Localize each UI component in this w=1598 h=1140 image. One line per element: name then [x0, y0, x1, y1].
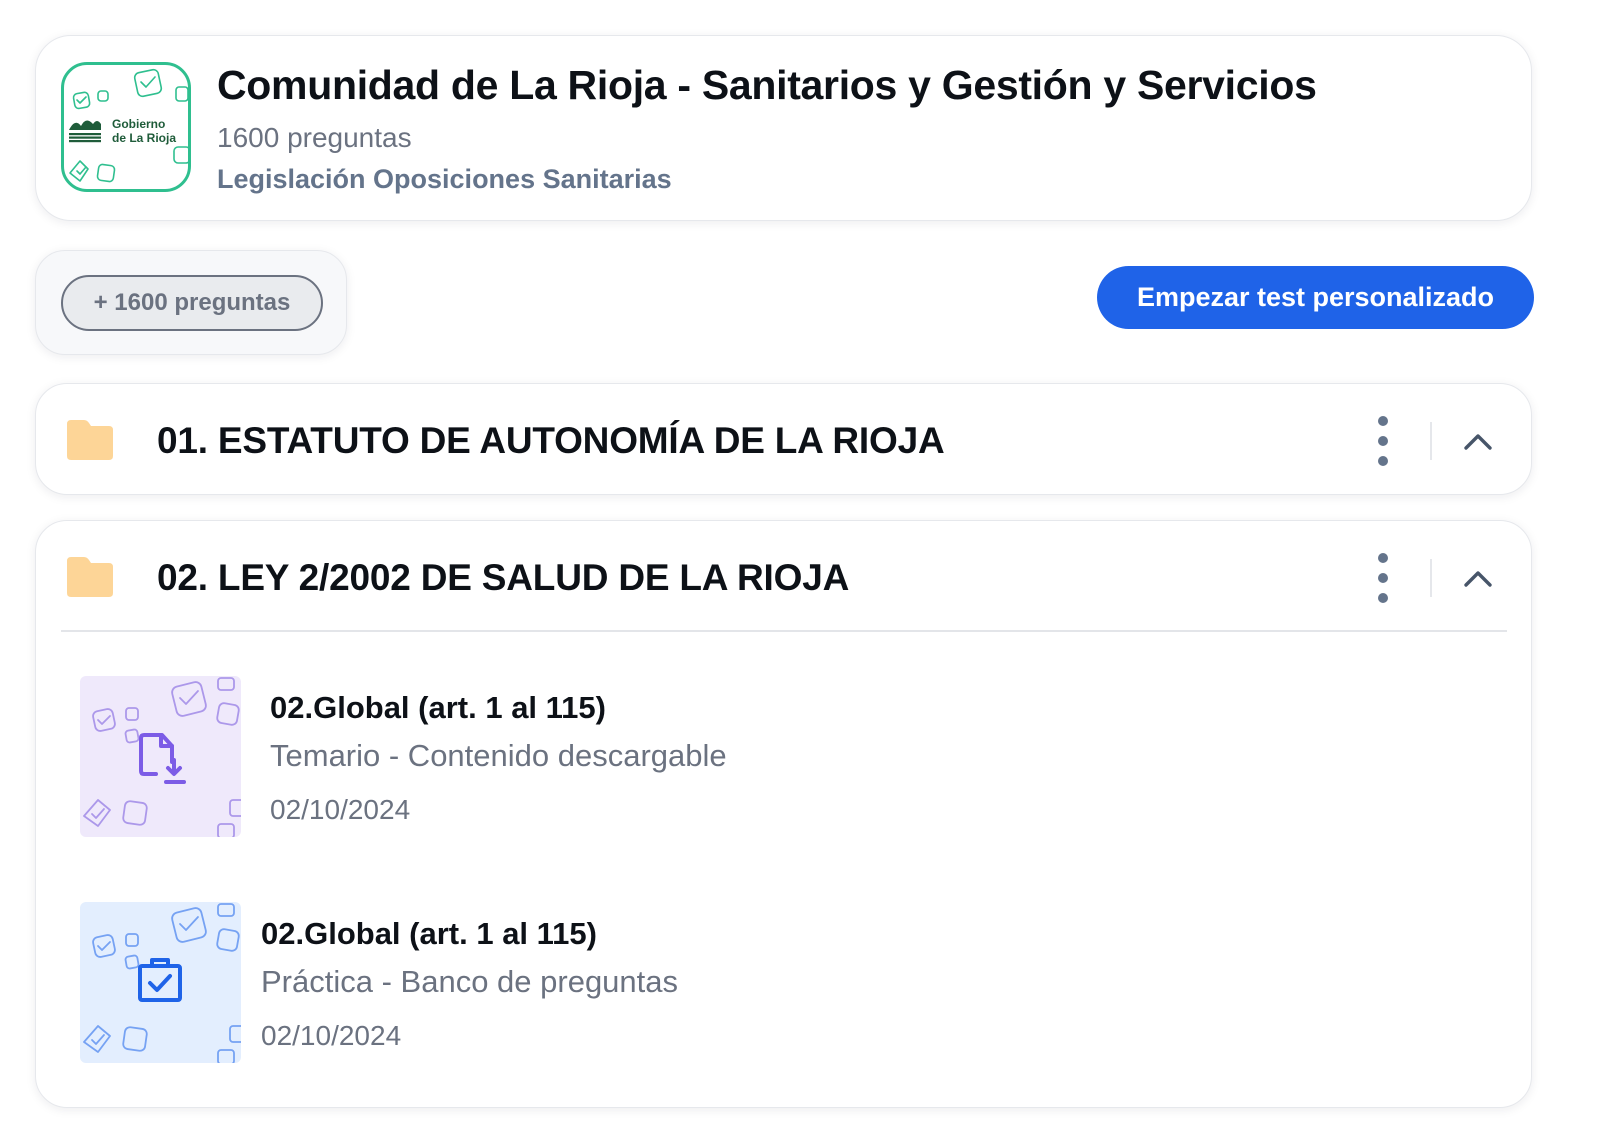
item-date: 02/10/2024 — [261, 1020, 402, 1051]
course-header-card: Gobierno de La Rioja Comunidad de La Rio… — [35, 35, 1532, 221]
chevron-up-icon[interactable] — [1458, 426, 1498, 456]
logo-text-line2: de La Rioja — [112, 131, 176, 145]
content-item[interactable]: 02.Global (art. 1 al 115) Temario - Cont… — [80, 676, 1480, 838]
section-card: 02. LEY 2/2002 DE SALUD DE LA RIOJA 02.G… — [35, 520, 1532, 1108]
clipboard-check-icon — [138, 958, 182, 1002]
gobierno-la-rioja-logo: Gobierno de La Rioja — [61, 62, 191, 192]
section-card[interactable]: 01. ESTATUTO DE AUTONOMÍA DE LA RIOJA — [35, 383, 1532, 495]
item-subtitle: Práctica - Banco de preguntas — [261, 964, 679, 999]
section-title[interactable]: 01. ESTATUTO DE AUTONOMÍA DE LA RIOJA — [157, 420, 945, 462]
divider — [1430, 422, 1432, 460]
chevron-up-icon[interactable] — [1458, 563, 1498, 593]
item-thumbnail — [80, 902, 241, 1063]
logo-pattern-icon: Gobierno de La Rioja — [69, 68, 188, 183]
item-thumbnail — [80, 676, 241, 837]
section-title[interactable]: 02. LEY 2/2002 DE SALUD DE LA RIOJA — [157, 557, 849, 599]
logo-text-line1: Gobierno — [112, 117, 165, 131]
file-download-icon — [139, 733, 186, 784]
item-date: 02/10/2024 — [270, 794, 411, 825]
folder-icon — [67, 420, 113, 460]
course-category: Legislación Oposiciones Sanitarias — [217, 164, 672, 194]
more-options-icon[interactable] — [1369, 553, 1397, 603]
course-title: Comunidad de La Rioja - Sanitarios y Ges… — [217, 62, 1317, 108]
filter-chip-container: + 1600 preguntas — [35, 250, 347, 355]
divider — [1430, 559, 1432, 597]
item-title[interactable]: 02.Global (art. 1 al 115) — [261, 916, 597, 952]
section-divider — [61, 630, 1507, 632]
question-count: 1600 preguntas — [217, 122, 412, 153]
folder-icon — [67, 557, 113, 597]
question-filter-chip[interactable]: + 1600 preguntas — [61, 275, 323, 331]
start-custom-test-button[interactable]: Empezar test personalizado — [1097, 266, 1534, 329]
item-title[interactable]: 02.Global (art. 1 al 115) — [270, 690, 606, 726]
content-item[interactable]: 02.Global (art. 1 al 115) Práctica - Ban… — [80, 902, 1480, 1064]
item-subtitle: Temario - Contenido descargable — [270, 738, 727, 773]
more-options-icon[interactable] — [1369, 416, 1397, 466]
